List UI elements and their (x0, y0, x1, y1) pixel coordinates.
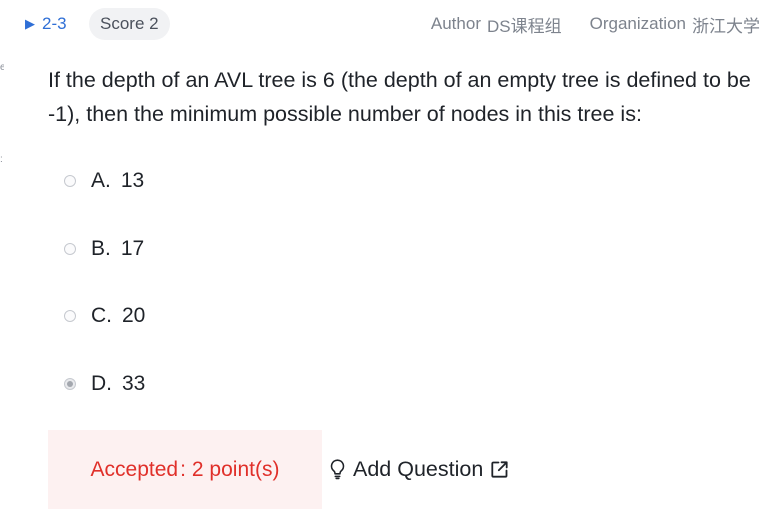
option-a[interactable]: A. 13 (64, 166, 144, 196)
organization-label: Organization (589, 14, 686, 33)
result-separator: : (180, 457, 186, 481)
option-b[interactable]: B. 17 (64, 234, 144, 264)
option-text: 13 (120, 169, 145, 192)
caret-right-icon: ▶ (25, 16, 35, 31)
result-points: 2 point(s) (191, 457, 280, 481)
add-question-link[interactable]: Add Question (328, 453, 509, 485)
option-c[interactable]: C. 20 (64, 301, 145, 331)
lightbulb-icon (328, 458, 347, 480)
option-d[interactable]: D. 33 (64, 369, 145, 399)
radio-button[interactable] (64, 310, 76, 322)
option-letter: A. (91, 169, 111, 192)
radio-button[interactable] (64, 243, 76, 255)
option-text: 17 (120, 237, 145, 260)
question-number: 2-3 (42, 14, 67, 33)
edge-fragment: : (0, 155, 3, 165)
external-link-icon (490, 460, 509, 479)
question-meta: Author DS课程组 Organization 浙江大学 (431, 6, 760, 42)
option-letter: D. (91, 372, 112, 395)
edge-fragment: e (0, 63, 4, 73)
add-question-label: Add Question (353, 456, 484, 481)
author-label: Author (430, 14, 481, 33)
score-badge: Score 2 (89, 8, 170, 40)
radio-button[interactable] (64, 175, 76, 187)
radio-button-selected[interactable] (64, 378, 76, 390)
option-text: 20 (122, 304, 146, 327)
result-status: Accepted (90, 457, 179, 481)
option-text: 33 (122, 372, 146, 395)
result-box: Accepted : 2 point(s) (48, 430, 322, 509)
option-letter: B. (91, 237, 111, 260)
question-stem: If the depth of an AVL tree is 6 (the de… (48, 68, 751, 126)
question-header: ▶ 2-3 Score 2 Author DS课程组 Organization … (0, 6, 770, 42)
organization-value: 浙江大学 (692, 16, 760, 36)
author-value: DS课程组 (486, 16, 562, 36)
option-letter: C. (91, 304, 112, 327)
question-toggle[interactable]: ▶ 2-3 (25, 6, 67, 42)
